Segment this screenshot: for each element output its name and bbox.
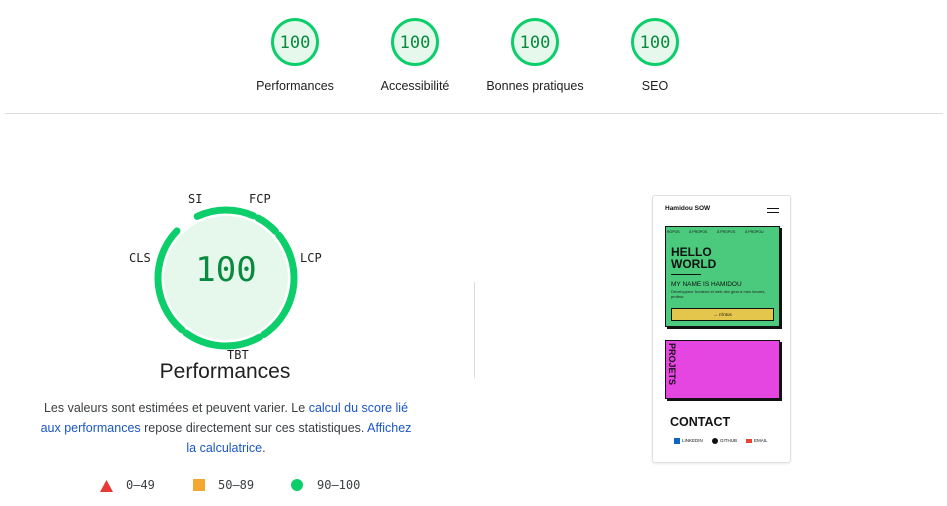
section-divider <box>474 282 475 378</box>
hero-world: WORLD <box>671 257 717 271</box>
projects-section: PROJETS <box>665 340 780 399</box>
email-link: EMAIL <box>746 438 768 443</box>
score-gauge: 100 <box>511 18 559 66</box>
description-text: Les valeurs sont estimées et peuvent var… <box>43 401 309 415</box>
average-square-icon <box>193 479 205 491</box>
pass-circle-icon <box>291 479 303 491</box>
score-value: 100 <box>519 33 551 53</box>
metric-si-label[interactable]: SI <box>188 192 202 206</box>
hero-subtitle: Développeur frontend et web dev gear à m… <box>671 289 766 299</box>
nav-item: À PROPOS <box>717 230 736 234</box>
metric-fcp-label[interactable]: FCP <box>249 192 271 206</box>
metric-cls-label[interactable]: CLS <box>129 251 151 265</box>
score-description: Les valeurs sont estimées et peuvent var… <box>36 398 416 458</box>
hero-name: MY NAME IS HAMIDOU <box>671 281 742 288</box>
nav-item: À PROPOS <box>689 230 708 234</box>
email-icon <box>746 438 752 443</box>
nav-item: À PROPOU <box>745 230 764 234</box>
legend-range-fail: 0–49 <box>126 478 155 492</box>
legend-range-pass: 90–100 <box>317 478 361 492</box>
github-icon <box>712 438 718 444</box>
score-value: 100 <box>639 33 671 53</box>
score-gauge: 100 <box>631 18 679 66</box>
category-label: Bonnes pratiques <box>486 79 584 93</box>
description-text: repose directement sur ces statistiques. <box>140 421 368 435</box>
category-label: Performances <box>256 79 334 93</box>
performance-score: 100 <box>195 250 257 290</box>
score-value: 100 <box>399 33 431 53</box>
legend-range-average: 50–89 <box>218 478 255 492</box>
score-gauge: 100 <box>391 18 439 66</box>
site-brand: Hamidou SOW <box>665 205 711 212</box>
final-screenshot[interactable]: Hamidou SOW ROPOS À PROPOS À PROPOS À PR… <box>652 195 791 463</box>
nav-item: ROPOS <box>667 230 680 234</box>
description-text: . <box>262 441 266 455</box>
hero-button: → n'intos <box>671 308 774 321</box>
github-link: GITHUB <box>712 438 737 444</box>
fail-triangle-icon <box>100 480 113 492</box>
hero-heading: HELLO WORLD <box>671 246 716 270</box>
performance-title: Performances <box>159 360 291 383</box>
link-label: LINKEDIN <box>682 438 703 444</box>
linkedin-link: LINKEDIN <box>674 438 703 444</box>
link-label: EMAIL <box>754 438 768 443</box>
category-label: SEO <box>641 79 669 93</box>
projects-label: PROJETS <box>667 343 677 386</box>
metric-lcp-label[interactable]: LCP <box>300 251 322 265</box>
category-label: Accessibilité <box>380 79 450 93</box>
header-divider <box>5 113 943 114</box>
hamburger-menu-icon <box>767 208 779 213</box>
score-gauge: 100 <box>271 18 319 66</box>
contact-heading: CONTACT <box>670 415 731 429</box>
hero-underline <box>671 274 701 275</box>
score-value: 100 <box>279 33 311 53</box>
hero-section: ROPOS À PROPOS À PROPOS À PROPOU HELLO WO… <box>665 226 780 327</box>
linkedin-icon <box>674 438 680 444</box>
link-label: GITHUB <box>720 438 738 444</box>
